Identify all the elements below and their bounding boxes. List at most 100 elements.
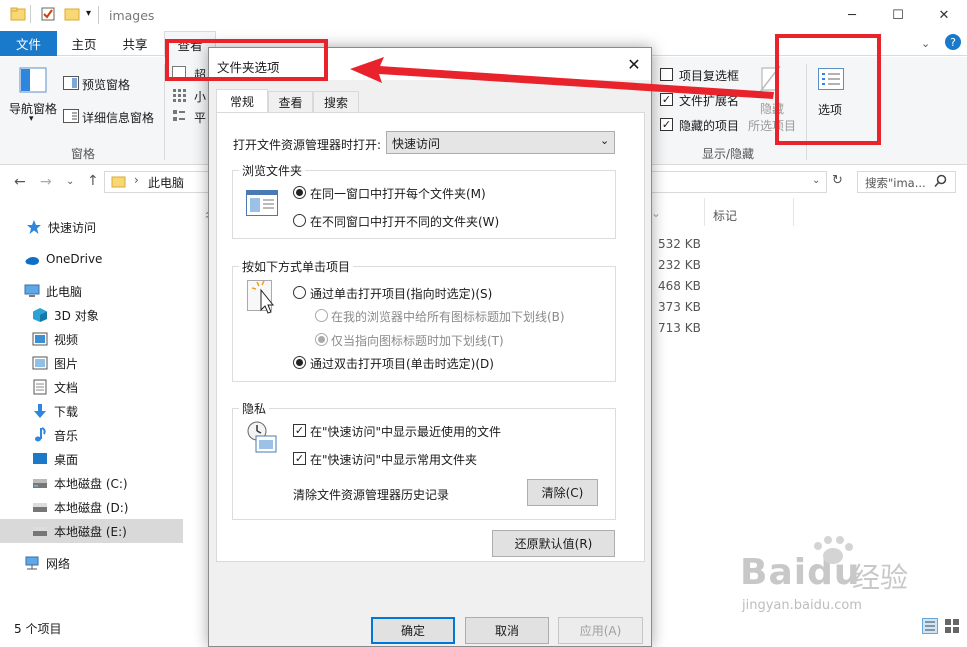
new-window-label[interactable]: 在不同窗口中打开不同的文件夹(W) (310, 213, 499, 230)
preview-pane-icon (63, 76, 79, 90)
up-arrow-icon[interactable]: ↑ (87, 173, 99, 189)
maximize-button[interactable]: ☐ (875, 0, 921, 31)
sidebar-item-videos[interactable]: 视频 (0, 327, 183, 351)
browse-folders-legend: 浏览文件夹 (239, 162, 306, 179)
annotation-box-dialog-title (165, 39, 328, 81)
sidebar-item-downloads[interactable]: 下载 (0, 399, 183, 423)
column-divider[interactable] (793, 198, 794, 226)
same-window-radio[interactable] (293, 186, 306, 199)
status-item-count: 5 个项目 (14, 622, 62, 636)
recent-locations-chevron-icon[interactable]: ⌄ (66, 176, 74, 187)
single-click-label[interactable]: 通过单击打开项目(指向时选定)(S) (310, 285, 492, 302)
tab-home[interactable]: 主页 (60, 31, 108, 56)
search-input[interactable]: 搜索"ima... (865, 175, 926, 191)
preview-pane-button[interactable]: 预览窗格 (82, 76, 130, 93)
sidebar-item-3d-objects[interactable]: 3D 对象 (0, 303, 183, 327)
sidebar-item-network[interactable]: 网络 (0, 551, 183, 575)
underline-point-label[interactable]: 仅当指向图标标题时加下划线(T) (331, 332, 504, 349)
sidebar-item-label: 下载 (54, 404, 79, 419)
navigation-pane-icon[interactable] (19, 67, 47, 93)
double-click-radio[interactable] (293, 356, 306, 369)
details-pane-icon (63, 109, 79, 123)
tab-file[interactable]: 文件 (0, 31, 57, 56)
sidebar-item-pictures[interactable]: 图片 (0, 351, 183, 375)
sidebar-item-label: 图片 (54, 356, 79, 371)
breadcrumb-this-pc[interactable]: 此电脑 (148, 174, 184, 191)
address-dropdown-icon[interactable]: ⌄ (812, 175, 820, 186)
close-button[interactable]: ✕ (921, 0, 967, 31)
new-window-radio[interactable] (293, 214, 306, 227)
sidebar-item-label: 文档 (54, 380, 79, 395)
sidebar-item-label: 此电脑 (46, 284, 83, 299)
sidebar-item-label: 本地磁盘 (D:) (54, 500, 129, 515)
sidebar-item-disk-d[interactable]: 本地磁盘 (D:) (0, 495, 183, 519)
show-recent-files-label[interactable]: 在"快速访问"中显示最近使用的文件 (310, 423, 501, 440)
underline-all-radio[interactable] (315, 309, 328, 322)
chevron-down-icon[interactable]: ⌄ (600, 134, 609, 147)
click-items-legend: 按如下方式单击项目 (239, 258, 354, 275)
show-recent-files-checkbox[interactable]: ✓ (293, 424, 306, 437)
collapse-ribbon-icon[interactable]: ⌄ (921, 37, 930, 50)
browse-folders-illustration-icon (246, 190, 278, 216)
folder-icon (10, 6, 26, 22)
column-divider[interactable] (704, 198, 705, 226)
sidebar-item-disk-c[interactable]: 本地磁盘 (C:) (0, 471, 183, 495)
large-icons-view-icon[interactable] (944, 618, 960, 634)
folder-icon (111, 174, 127, 189)
drive-icon (32, 523, 48, 539)
layout-tiles-option[interactable]: 平 (194, 109, 206, 126)
file-size: 532 KB (658, 237, 701, 251)
new-folder-icon[interactable] (64, 6, 80, 22)
quick-access-toolbar-dropdown-icon[interactable]: ▾ (86, 8, 91, 19)
sidebar-item-documents[interactable]: 文档 (0, 375, 183, 399)
tab-general[interactable]: 常规 (216, 89, 268, 113)
refresh-icon[interactable]: ↻ (832, 173, 843, 188)
forward-arrow-icon[interactable]: → (40, 174, 52, 190)
sidebar-item-onedrive[interactable]: OneDrive (0, 247, 183, 271)
show-frequent-folders-label[interactable]: 在"快速访问"中显示常用文件夹 (310, 451, 477, 468)
divider (98, 6, 99, 24)
close-icon: ✕ (938, 8, 950, 23)
help-icon[interactable]: ? (945, 34, 961, 50)
show-frequent-folders-checkbox[interactable]: ✓ (293, 452, 306, 465)
clear-history-label: 清除文件资源管理器历史记录 (293, 488, 450, 502)
group-label-panes: 窗格 (71, 147, 96, 161)
details-pane-button[interactable]: 详细信息窗格 (82, 109, 154, 126)
single-click-radio[interactable] (293, 286, 306, 299)
back-arrow-icon[interactable]: ← (14, 174, 26, 190)
minimize-icon: ─ (848, 8, 856, 23)
file-size: 468 KB (658, 279, 701, 293)
clear-history-button[interactable]: 清除(C) (527, 479, 598, 506)
same-window-label[interactable]: 在同一窗口中打开每个文件夹(M) (310, 185, 486, 202)
annotation-box-options (775, 34, 881, 145)
watermark-url: jingyan.baidu.com (742, 598, 862, 613)
hidden-items-label: 隐藏的项目 (679, 119, 740, 133)
tab-share[interactable]: 共享 (110, 31, 160, 56)
search-icon[interactable] (934, 174, 947, 188)
underline-all-label[interactable]: 在我的浏览器中给所有图标标题加下划线(B) (331, 308, 565, 325)
sidebar-item-disk-e[interactable]: 本地磁盘 (E:) (0, 519, 183, 543)
restore-defaults-button[interactable]: 还原默认值(R) (492, 530, 615, 557)
document-icon (32, 379, 48, 395)
properties-icon[interactable] (40, 6, 56, 22)
divider (30, 5, 31, 23)
sidebar-item-music[interactable]: 音乐 (0, 423, 183, 447)
details-view-icon[interactable] (922, 618, 938, 634)
sidebar-item-label: 音乐 (54, 428, 79, 443)
window-title: images (109, 8, 155, 23)
file-size: 232 KB (658, 258, 701, 272)
sidebar-item-quick-access[interactable]: 快速访问 (0, 215, 183, 239)
drive-icon (32, 499, 48, 515)
chevron-down-icon[interactable]: ▾ (29, 114, 34, 124)
underline-point-radio[interactable] (315, 333, 328, 346)
sidebar-item-desktop[interactable]: 桌面 (0, 447, 183, 471)
tab-view[interactable]: 查看 (268, 91, 313, 112)
drive-icon (32, 475, 48, 491)
sidebar-item-label: 桌面 (54, 452, 79, 467)
layout-small-option[interactable]: 小 (194, 88, 206, 105)
sidebar-item-this-pc[interactable]: 此电脑 (0, 279, 183, 303)
minimize-button[interactable]: ─ (829, 0, 875, 31)
column-header-tags[interactable]: 标记 (713, 207, 737, 224)
double-click-label[interactable]: 通过双击打开项目(单击时选定)(D) (310, 355, 494, 372)
hidden-items-checkbox[interactable]: ✓ (660, 118, 673, 131)
